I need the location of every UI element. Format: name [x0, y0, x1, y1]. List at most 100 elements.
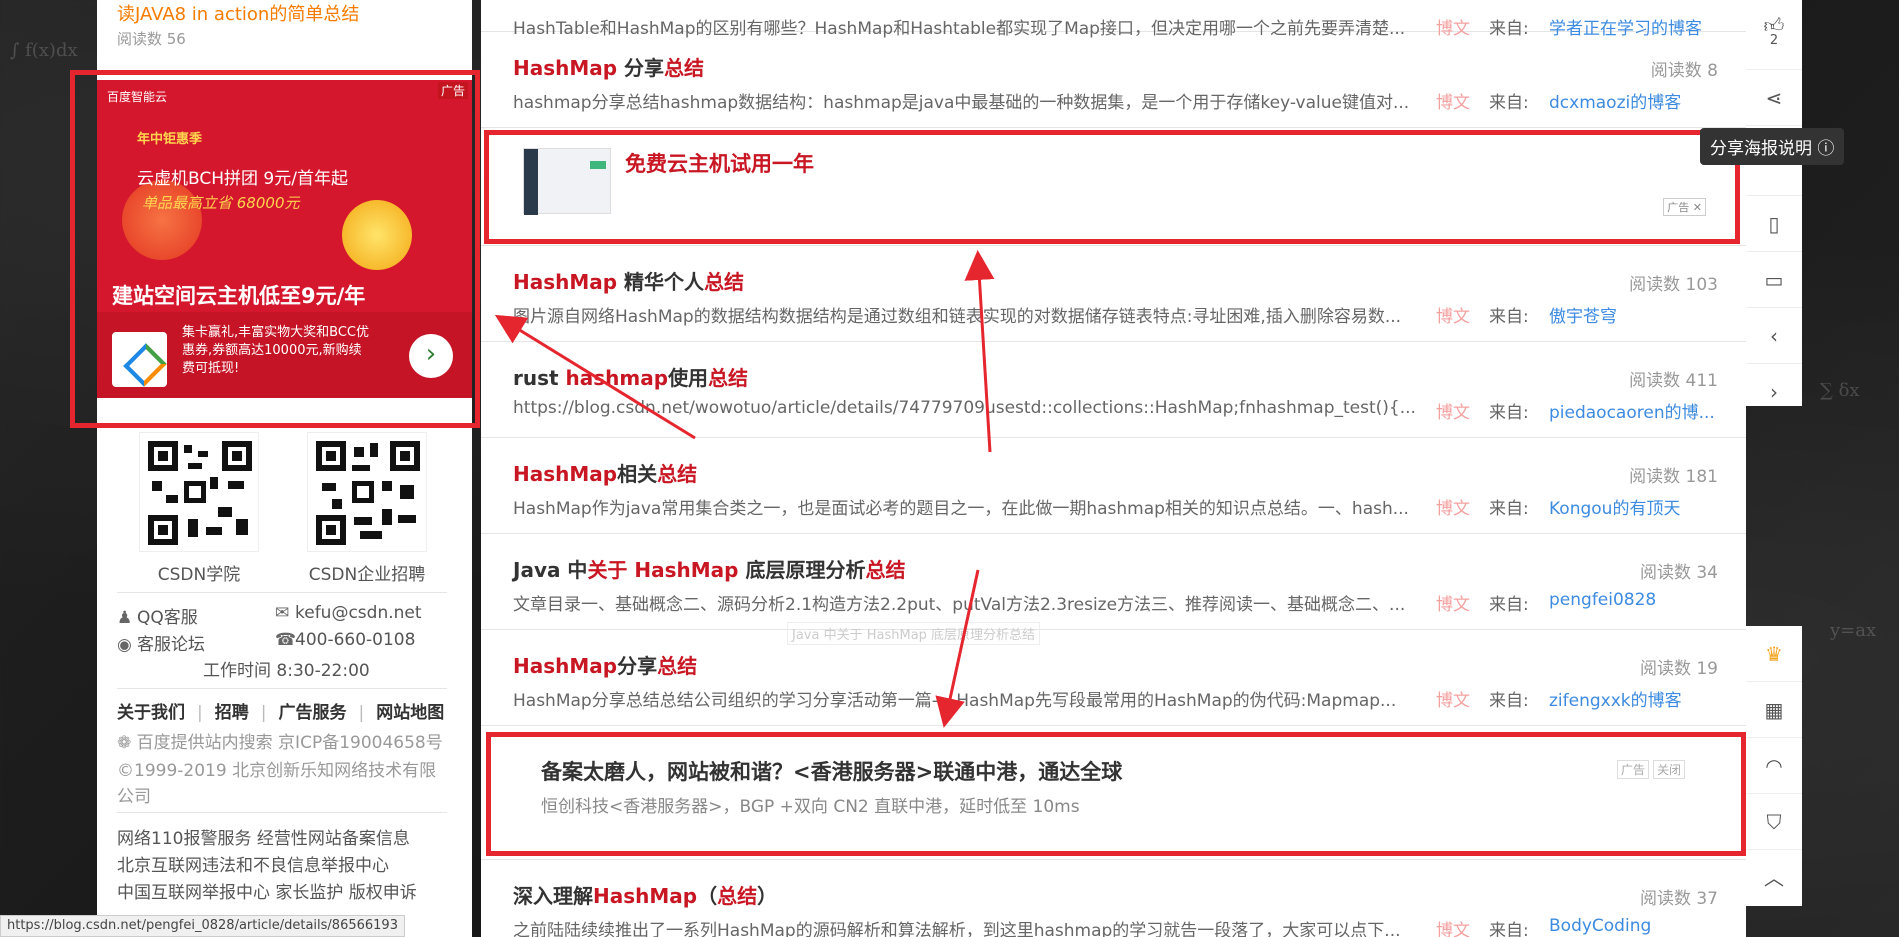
item-reads: 阅读数 103: [1629, 275, 1718, 295]
link-jobs[interactable]: 招聘: [215, 703, 249, 723]
list-item[interactable]: rust hashmap使用总结 阅读数 411 https://blog.cs…: [481, 342, 1746, 438]
chevron-right-icon: ›: [1770, 380, 1778, 404]
item-author[interactable]: dcxmaozi的博客: [1549, 88, 1681, 113]
title-highlight: 总结: [657, 462, 698, 486]
qr-job: CSDN企业招聘: [307, 432, 427, 585]
title-pre: rust: [513, 366, 566, 390]
title-mid: 使用: [668, 366, 709, 390]
chalkboard-background: ∫ f(x)dx: [10, 40, 78, 61]
title-highlight: 总结: [708, 366, 749, 390]
title-highlight: 总结: [657, 654, 698, 678]
item-author[interactable]: BodyCoding: [1549, 916, 1651, 936]
bookmark-icon: ▯: [1768, 212, 1780, 236]
report-button[interactable]: ⛉: [1746, 794, 1802, 850]
link-ads[interactable]: 广告服务: [278, 703, 346, 723]
item-reads: 阅读数 19: [1639, 659, 1718, 679]
title-mid: 分享: [617, 56, 665, 80]
support-button[interactable]: ◠: [1746, 738, 1802, 794]
item-title[interactable]: HashMap 分享总结: [513, 52, 704, 81]
email-link[interactable]: ✉ kefu@csdn.net: [275, 603, 422, 623]
link-about[interactable]: 关于我们: [117, 703, 185, 723]
item-from: 来自:: [1489, 499, 1529, 519]
title-highlight: HashMap: [513, 270, 618, 294]
list-item[interactable]: HashMap相关总结 阅读数 181 HashMap作为java常用集合类之一…: [481, 438, 1746, 534]
item-title[interactable]: HashMap 精华个人总结: [513, 266, 744, 295]
item-type: 博文: [1436, 499, 1470, 519]
title-pre: Java 中: [513, 558, 588, 582]
next-button[interactable]: ›: [1746, 364, 1802, 420]
list-item[interactable]: HashMap 精华个人总结 阅读数 103 图片源自网络HashMap的数据结…: [481, 246, 1746, 342]
title-highlight: 总结: [704, 270, 745, 294]
item-reads: 阅读数 411: [1629, 371, 1718, 391]
forum-link[interactable]: ◉ 客服论坛: [117, 630, 205, 655]
item-title[interactable]: Java 中关于 HashMap 底层原理分析总结: [513, 554, 905, 583]
item-title[interactable]: rust hashmap使用总结: [513, 362, 748, 391]
qr-code-icon: [139, 432, 259, 552]
list-item[interactable]: 深入理解HashMap（总结） 阅读数 37 之前陆陆续续推出了一系列HashM…: [481, 860, 1746, 937]
divider: [117, 592, 447, 593]
beian-text: ❁ 百度提供站内搜索 京ICP备19004658号: [117, 728, 443, 753]
mobile-button[interactable]: ▭: [1746, 252, 1802, 308]
forum-label: 客服论坛: [137, 635, 205, 655]
chevron-left-icon: ‹: [1770, 324, 1778, 348]
qr-edu: CSDN学院: [139, 432, 259, 585]
item-author[interactable]: zifengxxk的博客: [1549, 686, 1682, 711]
list-item[interactable]: HashMap分享总结 阅读数 19 HashMap分享总结总结公司组织的学习分…: [481, 630, 1746, 726]
phone-label: 400-660-0108: [295, 630, 416, 650]
item-title[interactable]: HashMap相关总结: [513, 458, 697, 487]
item-author[interactable]: 傲宇苍穹: [1549, 302, 1617, 327]
footer-line3[interactable]: 中国互联网举报中心 家长监护 版权申诉: [117, 878, 417, 903]
item-type: 博文: [1436, 307, 1470, 327]
qr-label: CSDN学院: [157, 565, 241, 585]
item-type: 博文: [1436, 595, 1470, 615]
right-toolbar-bottom: ♛ ▦ ◠ ⛉ ︿: [1746, 626, 1802, 906]
qq-support-label: QQ客服: [137, 608, 198, 628]
title-mid: 分享: [617, 654, 658, 678]
item-description: 之前陆陆续续推出了一系列HashMap的源码解析和算法解析，到这里hashmap…: [513, 921, 1401, 937]
copyright-line2: 公司: [117, 787, 151, 807]
title-highlight: hashmap: [565, 366, 669, 390]
like-button[interactable]: 👍︎ 2: [1746, 0, 1802, 70]
qr-code-icon: [307, 432, 427, 552]
headset-icon: ◠: [1765, 754, 1783, 778]
back-to-top-button[interactable]: ︿: [1746, 850, 1802, 906]
chevron-up-icon: ︿: [1764, 866, 1784, 890]
share-icon: ⋖: [1765, 86, 1783, 110]
title-highlight: HashMap: [513, 56, 618, 80]
item-author[interactable]: Kongou的有顶天: [1549, 494, 1680, 519]
prev-button[interactable]: ‹: [1746, 308, 1802, 364]
footer-line1[interactable]: 网络110报警服务 经营性网站备案信息: [117, 824, 410, 849]
item-author[interactable]: piedaocaoren的博...: [1549, 398, 1715, 423]
like-count: 2: [1769, 33, 1779, 48]
item-type: 博文: [1436, 921, 1470, 937]
item-title[interactable]: HashMap分享总结: [513, 650, 697, 679]
copyright-line1: ©1999-2019 北京创新乐知网络技术有限: [117, 761, 437, 781]
item-type: 博文: [1436, 691, 1470, 711]
phone-icon: ☎: [275, 630, 297, 650]
item-description: HashMap分享总结总结公司组织的学习分享活动第一篇----HashMap先写…: [513, 691, 1397, 711]
related-article-title[interactable]: 读JAVA8 in action的简单总结: [117, 0, 359, 26]
list-item[interactable]: HashMap 分享总结 阅读数 8 hashmap分享总结hashmap数据结…: [481, 32, 1746, 128]
item-title[interactable]: 深入理解HashMap（总结）: [513, 880, 777, 909]
title-mid: 相关: [617, 462, 658, 486]
title-highlight: 总结: [717, 884, 758, 908]
footer-links: 关于我们 | 招聘 | 广告服务 | 网站地图: [117, 703, 445, 723]
item-description: https://blog.csdn.net/wowotuo/article/de…: [513, 398, 1416, 418]
item-author[interactable]: pengfei0828: [1549, 590, 1656, 610]
share-button[interactable]: ⋖: [1746, 70, 1802, 126]
list-item[interactable]: Java 中关于 HashMap 底层原理分析总结 阅读数 34 文章目录一、基…: [481, 534, 1746, 630]
list-item[interactable]: HashTable和HashMap的区别有哪些？HashMap和Hashtabl…: [481, 0, 1746, 39]
link-sitemap[interactable]: 网站地图: [376, 703, 444, 723]
chalkboard-scribble: y=ax: [1830, 620, 1877, 641]
qq-support-link[interactable]: ♟ QQ客服: [117, 603, 198, 628]
bookmark-button[interactable]: ▯: [1746, 196, 1802, 252]
footer-line2[interactable]: 北京互联网违法和不良信息举报中心: [117, 851, 389, 876]
title-highlight: 关于 HashMap: [587, 558, 739, 582]
browser-status-bar: https://blog.csdn.net/pengfei_0828/artic…: [0, 915, 405, 937]
item-from: 来自:: [1489, 691, 1529, 711]
qr-button[interactable]: ▦: [1746, 682, 1802, 738]
item-reads: 阅读数 34: [1639, 563, 1718, 583]
title-highlight: HashMap: [513, 654, 618, 678]
vip-button[interactable]: ♛: [1746, 626, 1802, 682]
beian-label: 百度提供站内搜索 京ICP备19004658号: [136, 733, 443, 753]
